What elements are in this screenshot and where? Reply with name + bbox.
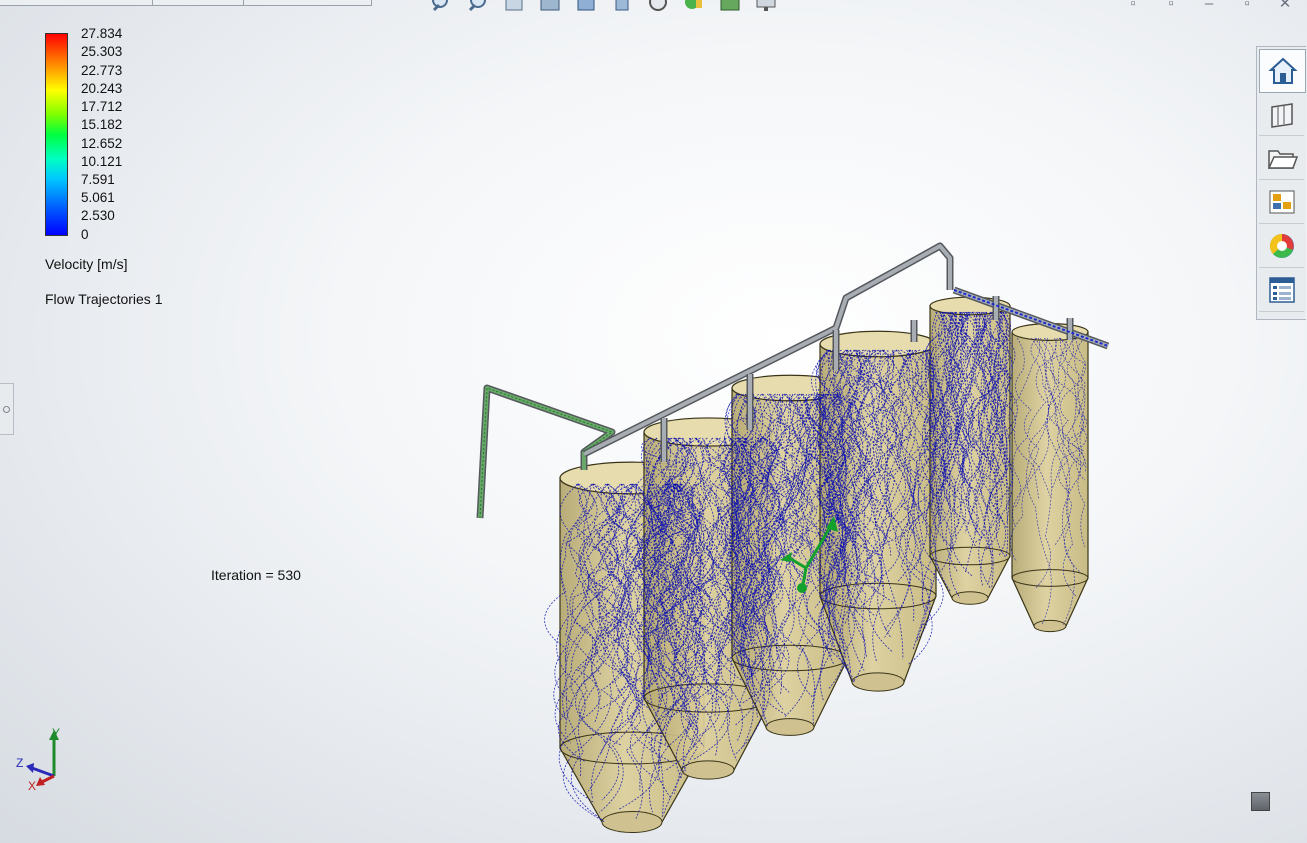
coordinate-triad: Y Z X xyxy=(14,726,64,795)
triad-z-label: Z xyxy=(16,756,24,770)
library-icon xyxy=(1270,103,1293,128)
triad-x-label: X xyxy=(28,779,37,793)
silo-outlet xyxy=(1033,619,1067,633)
tab-file-explorer[interactable] xyxy=(1259,137,1304,180)
silo-model-view[interactable] xyxy=(0,0,1307,843)
view-palette-icon xyxy=(1269,190,1294,214)
tab-custom-properties[interactable] xyxy=(1259,269,1304,312)
silo-outlet xyxy=(601,811,663,833)
tab-design-library[interactable] xyxy=(1259,93,1304,136)
tab-appearances[interactable] xyxy=(1259,225,1304,268)
silo-body xyxy=(1011,331,1089,627)
custom-properties-icon xyxy=(1268,277,1295,303)
model-axis-arrow xyxy=(797,583,807,593)
silo-outlet xyxy=(951,591,989,605)
silo-outlet xyxy=(765,718,815,736)
view-cube-toggle[interactable] xyxy=(1251,792,1270,811)
task-pane xyxy=(1256,46,1306,320)
silo-outlet xyxy=(851,672,905,692)
silo-outlet xyxy=(681,760,735,780)
tab-solidworks-resources[interactable] xyxy=(1259,49,1306,93)
appearances-icon xyxy=(1269,233,1294,258)
triad-y-label: Y xyxy=(52,726,61,740)
home-icon xyxy=(1267,57,1298,84)
tab-view-palette[interactable] xyxy=(1259,181,1304,224)
file-explorer-icon xyxy=(1267,150,1298,169)
